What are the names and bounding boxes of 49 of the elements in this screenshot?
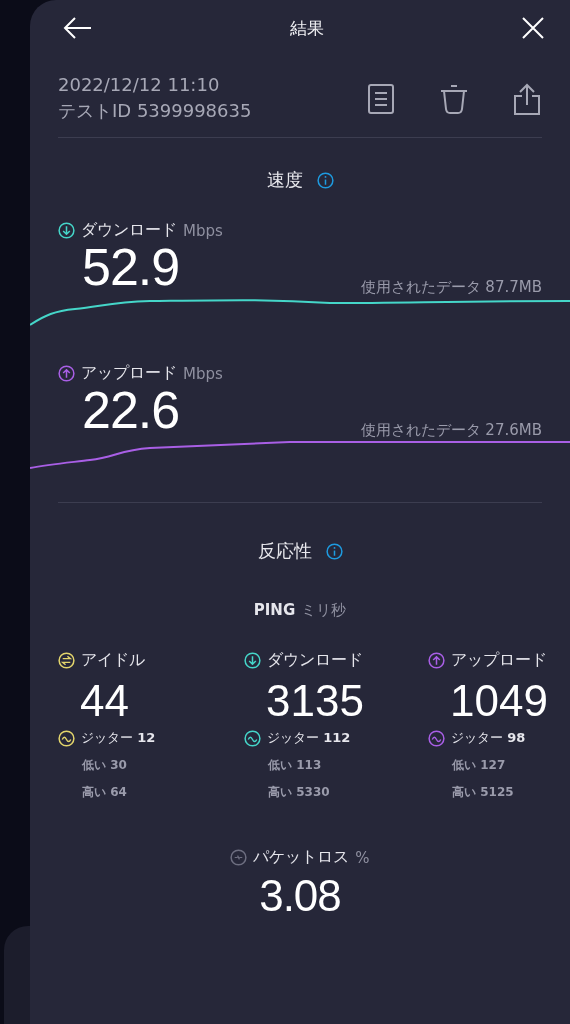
- info-icon[interactable]: [325, 542, 343, 560]
- share-icon: [514, 82, 540, 115]
- ping-low: 低い 127: [450, 757, 507, 774]
- back-arrow-icon: [62, 16, 92, 40]
- data-used: 使用されたデータ 87.7MB: [360, 278, 542, 297]
- jitter-value: ジッター 98: [451, 729, 526, 747]
- ping-label: ダウンロード: [267, 650, 363, 671]
- data-used: 使用されたデータ 27.6MB: [360, 421, 542, 440]
- unit-label: Mbps: [183, 221, 223, 240]
- details-button[interactable]: [368, 82, 394, 115]
- ping-label: PING: [253, 601, 296, 620]
- unit-label: Mbps: [183, 364, 223, 383]
- speed-value: 22.6: [82, 384, 180, 436]
- back-button[interactable]: [62, 16, 92, 40]
- ping-high: 高い 5330: [267, 784, 331, 801]
- section-title: 反応性: [257, 539, 312, 563]
- ping-high: 高い 64: [81, 784, 128, 801]
- ping-label: アイドル: [81, 650, 145, 671]
- close-icon: [522, 17, 544, 39]
- trash-icon: [440, 83, 468, 114]
- unit-label: %: [355, 848, 370, 867]
- wave-circle-icon: [244, 729, 261, 747]
- ping-value: 1049: [449, 675, 549, 727]
- ping-low: 低い 30: [80, 757, 128, 774]
- speed-value: 52.9: [82, 241, 180, 293]
- screen-title: 結果: [290, 16, 324, 40]
- test-datetime: 2022/12/12 11:10: [58, 74, 221, 95]
- unit-label: ミリ秒: [301, 601, 347, 620]
- document-icon: [368, 83, 394, 114]
- ping-label: アップロード: [451, 650, 547, 671]
- delete-button[interactable]: [440, 82, 468, 115]
- info-icon[interactable]: [316, 171, 334, 189]
- ping-value: 3135: [265, 675, 365, 727]
- section-title: 速度: [266, 168, 303, 192]
- packet-loss-value: 3.08: [259, 874, 341, 918]
- packet-loss-label: パケットロス: [253, 847, 350, 868]
- packet-loss-icon: [230, 849, 248, 866]
- share-button[interactable]: [514, 82, 540, 115]
- ping-high: 高い 5125: [451, 784, 515, 801]
- wave-circle-icon: [428, 729, 445, 747]
- jitter-value: ジッター 112: [267, 729, 351, 747]
- metric-label: ダウンロード: [81, 220, 177, 241]
- close-button[interactable]: [522, 17, 544, 39]
- ping-value: 44: [79, 675, 130, 727]
- test-id: テストID 5399998635: [58, 99, 252, 123]
- ping-low: 低い 113: [266, 757, 323, 774]
- jitter-value: ジッター 12: [81, 729, 156, 747]
- wave-circle-icon: [58, 729, 75, 747]
- metric-label: アップロード: [81, 363, 177, 384]
